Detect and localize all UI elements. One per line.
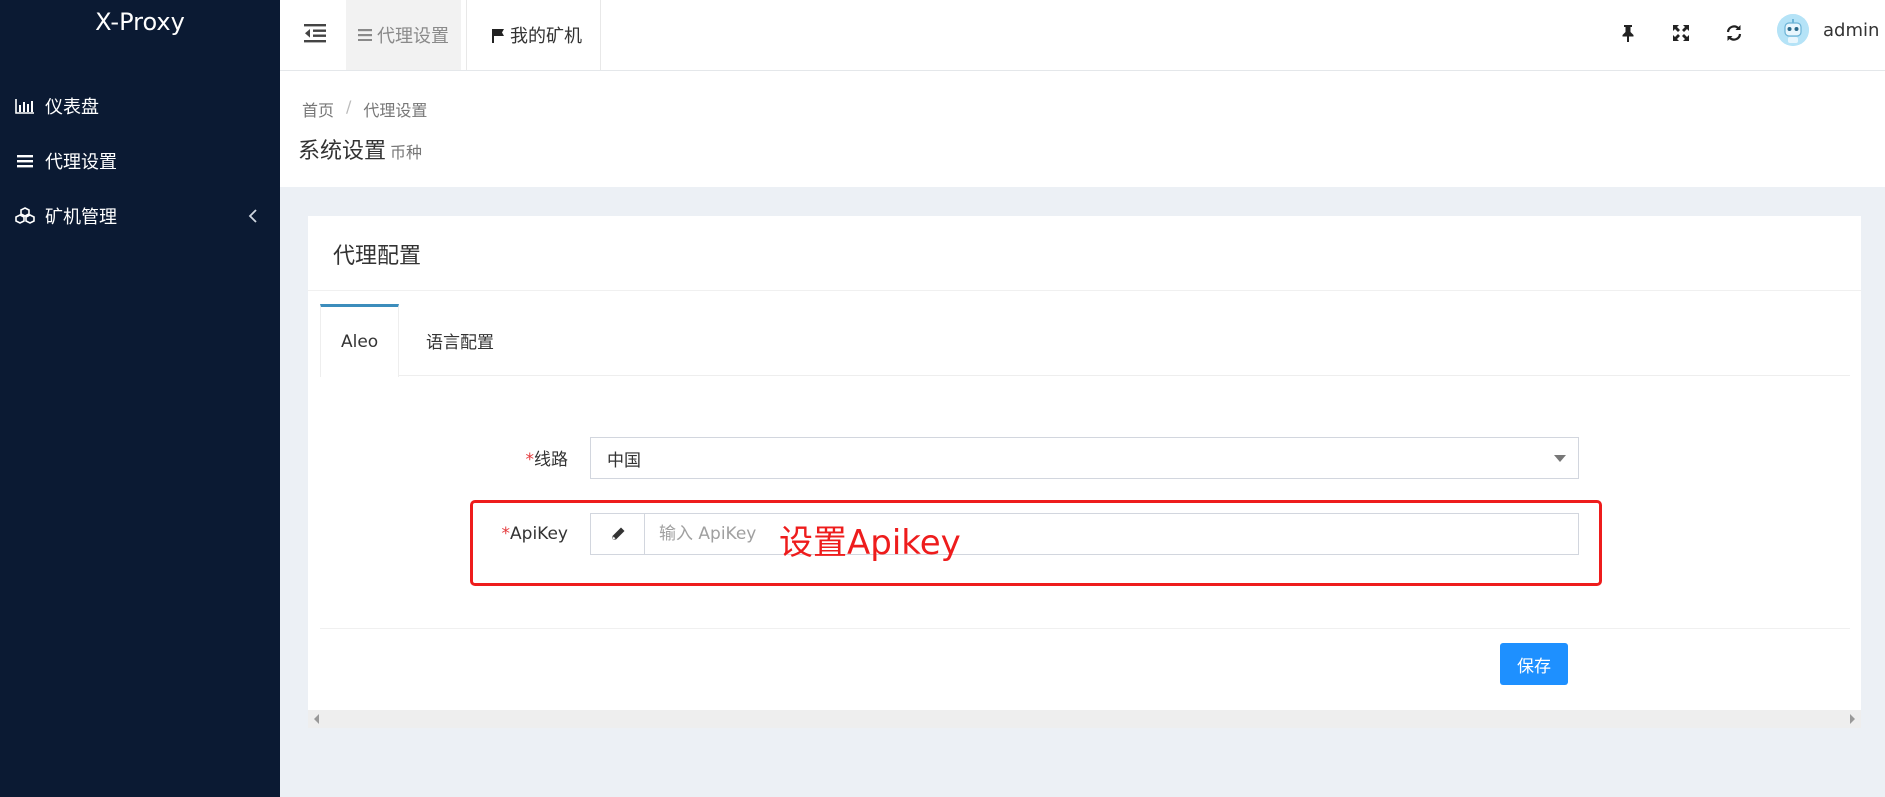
tab-divider — [600, 0, 601, 70]
list-icon — [358, 29, 372, 41]
route-label-text: 线路 — [534, 450, 568, 470]
avatar[interactable] — [1777, 14, 1809, 46]
proxy-config-card: 代理配置 Aleo 语言配置 *线路 中国 *ApiKey 设置Apikey 保… — [308, 216, 1861, 710]
page-subtitle: 币种 — [390, 143, 423, 162]
tab-aleo[interactable]: Aleo — [320, 304, 400, 377]
page-title: 系统设置 币种 — [298, 133, 422, 165]
annotation-highlight-box — [470, 500, 1602, 586]
divider — [308, 290, 1861, 291]
sidebar-item-label: 矿机管理 — [45, 206, 117, 228]
brand-logo[interactable]: X-Proxy — [0, 0, 280, 44]
caret-down-icon — [1554, 455, 1566, 462]
chevron-left-icon — [248, 207, 258, 228]
config-tabs: Aleo 语言配置 — [320, 304, 1850, 377]
bar-chart-icon — [14, 97, 36, 115]
route-select[interactable]: 中国 — [590, 437, 1579, 479]
pin-icon[interactable] — [1617, 22, 1639, 44]
page-title-text: 系统设置 — [298, 139, 387, 164]
top-navbar: 代理设置 我的矿机 admin — [280, 0, 1885, 71]
flag-icon — [491, 28, 505, 43]
tab-my-miners[interactable]: 我的矿机 — [479, 0, 594, 70]
tab-label: 我的矿机 — [510, 26, 582, 47]
username-label[interactable]: admin — [1823, 20, 1879, 41]
annotation-text: 设置Apikey — [779, 523, 961, 563]
route-select-value: 中国 — [607, 450, 641, 471]
save-button[interactable]: 保存 — [1500, 643, 1568, 685]
sidebar-item-label: 代理设置 — [45, 151, 117, 173]
route-label: *线路 — [508, 445, 569, 470]
tab-language-config[interactable]: 语言配置 — [406, 304, 514, 376]
sidebar-menu: 仪表盘 代理设置 矿机管理 — [0, 78, 280, 243]
sidebar-item-miner-management[interactable]: 矿机管理 — [0, 188, 280, 243]
refresh-icon[interactable] — [1723, 22, 1745, 44]
sidebar-item-proxy-settings[interactable]: 代理设置 — [0, 133, 280, 188]
card-title: 代理配置 — [333, 244, 422, 269]
horizontal-scrollbar[interactable] — [308, 710, 1861, 728]
required-marker: * — [525, 450, 535, 470]
breadcrumb-separator: / — [346, 97, 352, 116]
sidebar-item-label: 仪表盘 — [45, 96, 99, 118]
breadcrumb: 首页 / 代理设置 — [302, 97, 427, 121]
fullscreen-icon[interactable] — [1670, 22, 1692, 44]
sidebar-toggle-icon[interactable] — [302, 20, 328, 46]
sidebar: X-Proxy 仪表盘 代理设置 矿机管理 — [0, 0, 280, 797]
cubes-icon — [14, 206, 36, 225]
breadcrumb-current: 代理设置 — [363, 101, 428, 120]
divider — [320, 628, 1850, 629]
list-icon — [14, 152, 36, 170]
tab-proxy-settings[interactable]: 代理设置 — [346, 0, 461, 70]
scroll-left-icon[interactable] — [314, 714, 319, 724]
sidebar-item-dashboard[interactable]: 仪表盘 — [0, 78, 280, 133]
tab-divider — [466, 0, 467, 70]
scroll-right-icon[interactable] — [1850, 714, 1855, 724]
tab-label: 代理设置 — [377, 26, 449, 47]
content-header: 首页 / 代理设置 系统设置 币种 — [280, 71, 1885, 187]
breadcrumb-home-link[interactable]: 首页 — [302, 97, 334, 121]
